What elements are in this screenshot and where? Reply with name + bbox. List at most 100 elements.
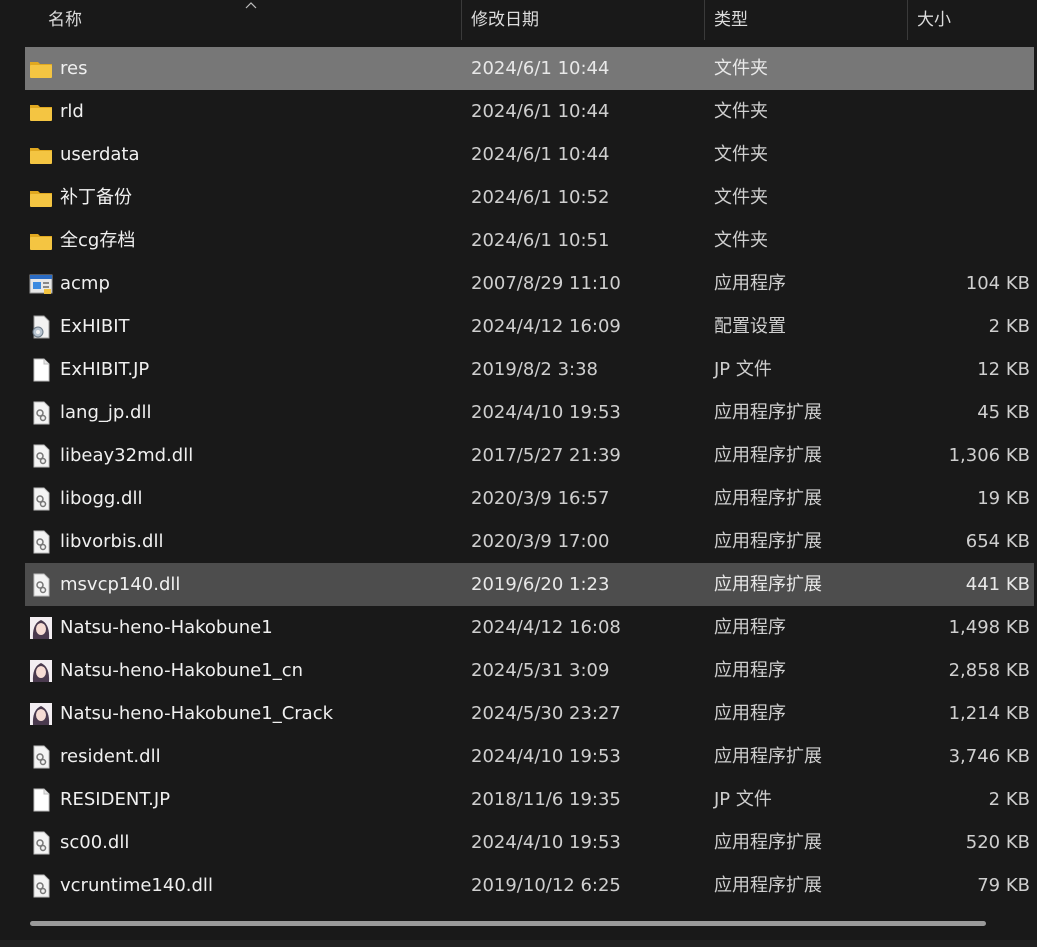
file-type: 应用程序扩展 — [714, 488, 822, 509]
file-name: msvcp140.dll — [60, 574, 181, 595]
file-type: 应用程序扩展 — [714, 746, 822, 767]
file-type: 应用程序 — [714, 617, 786, 638]
file-modified-date: 2024/4/10 19:53 — [471, 832, 621, 853]
file-name: ExHIBIT — [60, 316, 130, 337]
file-type: 文件夹 — [714, 144, 768, 165]
dll-file-icon — [29, 874, 53, 898]
file-row[interactable]: acmp 2007/8/29 11:10 应用程序 104 KB — [25, 262, 1034, 305]
file-type: 应用程序扩展 — [714, 402, 822, 423]
file-row[interactable]: vcruntime140.dll 2019/10/12 6:25 应用程序扩展 79 … — [25, 864, 1034, 907]
dll-file-icon — [29, 487, 53, 511]
file-name: resident.dll — [60, 746, 161, 767]
file-type: 文件夹 — [714, 58, 768, 79]
file-modified-date: 2024/6/1 10:44 — [471, 144, 610, 165]
file-type: 文件夹 — [714, 230, 768, 251]
config-settings-icon — [29, 315, 53, 339]
dll-file-icon — [29, 530, 53, 554]
file-row[interactable]: res 2024/6/1 10:44 文件夹 — [25, 47, 1034, 90]
file-row[interactable]: ExHIBIT 2024/4/12 16:09 配置设置 2 KB — [25, 305, 1034, 348]
file-modified-date: 2024/6/1 10:51 — [471, 230, 610, 251]
folder-icon — [29, 100, 53, 124]
status-bar — [0, 940, 1037, 947]
file-name: libeay32md.dll — [60, 445, 194, 466]
column-header-name[interactable]: 名称 — [48, 0, 82, 40]
file-row[interactable]: libogg.dll 2020/3/9 16:57 应用程序扩展 19 KB — [25, 477, 1034, 520]
file-size: 1,214 KB — [948, 703, 1030, 724]
file-size: 520 KB — [965, 832, 1030, 853]
file-type: 应用程序扩展 — [714, 832, 822, 853]
file-size: 12 KB — [977, 359, 1030, 380]
file-row[interactable]: resident.dll 2024/4/10 19:53 应用程序扩展 3,746 K… — [25, 735, 1034, 778]
file-modified-date: 2024/4/10 19:53 — [471, 402, 621, 423]
column-header-type[interactable]: 类型 — [714, 0, 748, 40]
file-row[interactable]: 全cg存档 2024/6/1 10:51 文件夹 — [25, 219, 1034, 262]
file-row[interactable]: ExHIBIT.JP 2019/8/2 3:38 JP 文件 12 KB — [25, 348, 1034, 391]
scrollbar-thumb[interactable] — [30, 921, 986, 926]
file-row[interactable]: userdata 2024/6/1 10:44 文件夹 — [25, 133, 1034, 176]
dll-file-icon — [29, 745, 53, 769]
file-row[interactable]: RESIDENT.JP 2018/11/6 19:35 JP 文件 2 KB — [25, 778, 1034, 821]
file-name: libogg.dll — [60, 488, 143, 509]
file-size: 2 KB — [988, 789, 1030, 810]
file-row[interactable]: lang_jp.dll 2024/4/10 19:53 应用程序扩展 45 KB — [25, 391, 1034, 434]
file-size: 19 KB — [977, 488, 1030, 509]
file-name: sc00.dll — [60, 832, 130, 853]
dll-file-icon — [29, 573, 53, 597]
file-name: vcruntime140.dll — [60, 875, 213, 896]
column-header-size[interactable]: 大小 — [917, 0, 951, 40]
column-header-date[interactable]: 修改日期 — [471, 0, 539, 40]
file-modified-date: 2017/5/27 21:39 — [471, 445, 621, 466]
file-size: 3,746 KB — [948, 746, 1030, 767]
file-type: JP 文件 — [714, 359, 772, 380]
file-size: 104 KB — [965, 273, 1030, 294]
folder-icon — [29, 229, 53, 253]
file-name: libvorbis.dll — [60, 531, 164, 552]
file-name: rld — [60, 101, 84, 122]
blank-file-icon — [29, 788, 53, 812]
column-divider[interactable] — [704, 0, 705, 40]
file-type: 配置设置 — [714, 316, 786, 337]
file-type: 应用程序扩展 — [714, 445, 822, 466]
sort-ascending-icon — [245, 0, 257, 11]
column-divider[interactable] — [907, 0, 908, 40]
file-row[interactable]: rld 2024/6/1 10:44 文件夹 — [25, 90, 1034, 133]
file-type: 文件夹 — [714, 101, 768, 122]
file-type: 应用程序扩展 — [714, 531, 822, 552]
file-modified-date: 2024/4/12 16:09 — [471, 316, 621, 337]
file-row[interactable]: Natsu-heno-Hakobune1_Crack 2024/5/30 23:2… — [25, 692, 1034, 735]
folder-icon — [29, 186, 53, 210]
file-row[interactable]: libeay32md.dll 2017/5/27 21:39 应用程序扩展 1,306… — [25, 434, 1034, 477]
file-type: JP 文件 — [714, 789, 772, 810]
file-name: ExHIBIT.JP — [60, 359, 150, 380]
horizontal-scrollbar[interactable] — [0, 912, 1037, 932]
file-row[interactable]: Natsu-heno-Hakobune1_cn 2024/5/31 3:09 应用程… — [25, 649, 1034, 692]
dll-file-icon — [29, 401, 53, 425]
file-modified-date: 2007/8/29 11:10 — [471, 273, 621, 294]
file-row[interactable]: libvorbis.dll 2020/3/9 17:00 应用程序扩展 654 KB — [25, 520, 1034, 563]
file-name: userdata — [60, 144, 140, 165]
file-modified-date: 2024/6/1 10:52 — [471, 187, 610, 208]
file-modified-date: 2019/6/20 1:23 — [471, 574, 610, 595]
column-divider[interactable] — [461, 0, 462, 40]
file-modified-date: 2018/11/6 19:35 — [471, 789, 621, 810]
file-row[interactable]: 补丁备份 2024/6/1 10:52 文件夹 — [25, 176, 1034, 219]
game-exe-icon — [29, 616, 53, 640]
file-name: lang_jp.dll — [60, 402, 152, 423]
file-size: 2 KB — [988, 316, 1030, 337]
file-row[interactable]: Natsu-heno-Hakobune1 2024/4/12 16:08 应用程序 1… — [25, 606, 1034, 649]
file-modified-date: 2024/4/12 16:08 — [471, 617, 621, 638]
file-modified-date: 2020/3/9 17:00 — [471, 531, 610, 552]
game-exe-icon — [29, 659, 53, 683]
game-exe-icon — [29, 702, 53, 726]
file-row[interactable]: sc00.dll 2024/4/10 19:53 应用程序扩展 520 KB — [25, 821, 1034, 864]
file-size: 441 KB — [965, 574, 1030, 595]
file-name: Natsu-heno-Hakobune1_Crack — [60, 703, 334, 724]
file-type: 应用程序扩展 — [714, 574, 822, 595]
file-size: 1,498 KB — [948, 617, 1030, 638]
file-modified-date: 2024/4/10 19:53 — [471, 746, 621, 767]
file-name: Natsu-heno-Hakobune1 — [60, 617, 273, 638]
file-size: 1,306 KB — [948, 445, 1030, 466]
folder-icon — [29, 57, 53, 81]
file-row[interactable]: msvcp140.dll 2019/6/20 1:23 应用程序扩展 441 KB — [25, 563, 1034, 606]
file-name: 全cg存档 — [60, 230, 136, 251]
